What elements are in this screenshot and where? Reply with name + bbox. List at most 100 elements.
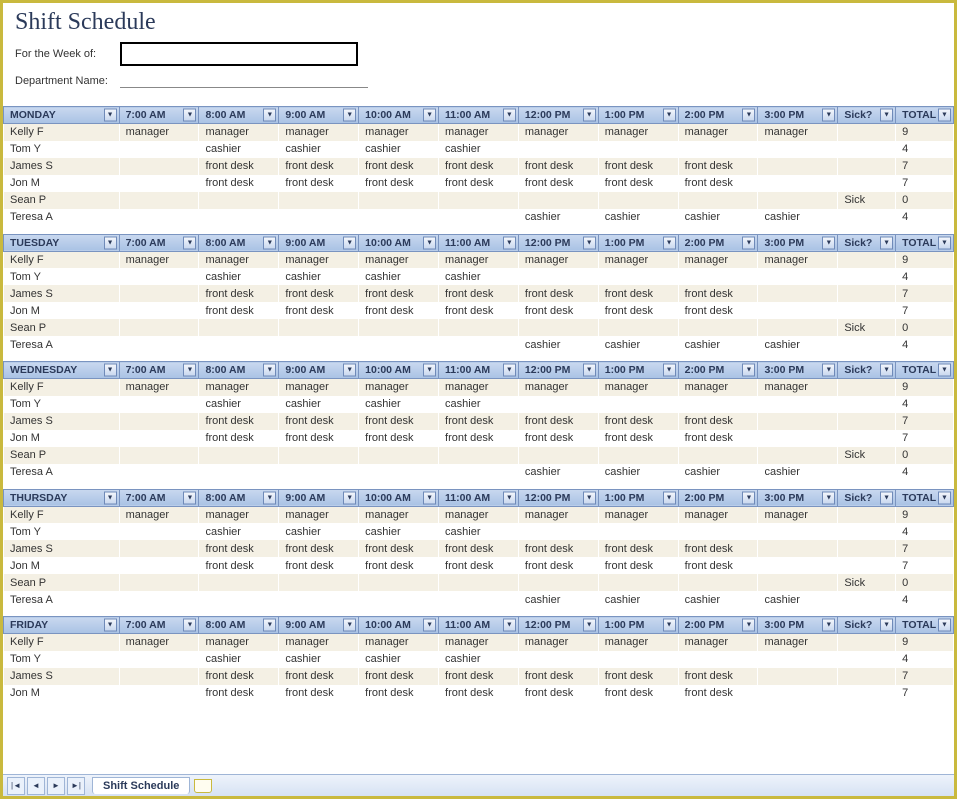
total-cell[interactable]: 0 <box>896 192 954 209</box>
filter-dropdown-icon[interactable]: ▼ <box>822 619 835 632</box>
total-cell[interactable]: 4 <box>896 141 954 158</box>
filter-dropdown-icon[interactable]: ▼ <box>263 491 276 504</box>
total-cell[interactable]: 7 <box>896 413 954 430</box>
hour-header[interactable]: 3:00 PM▼ <box>758 617 838 634</box>
shift-cell[interactable]: front desk <box>279 685 359 702</box>
hour-header[interactable]: 7:00 AM▼ <box>119 107 199 124</box>
shift-cell[interactable] <box>279 591 359 608</box>
shift-cell[interactable] <box>518 268 598 285</box>
hour-header[interactable]: 12:00 PM▼ <box>518 362 598 379</box>
hour-header[interactable]: 2:00 PM▼ <box>678 234 758 251</box>
shift-cell[interactable]: manager <box>678 506 758 523</box>
total-cell[interactable]: 9 <box>896 634 954 651</box>
nav-prev-button[interactable]: ◄ <box>27 777 45 795</box>
shift-cell[interactable] <box>199 192 279 209</box>
total-header[interactable]: TOTAL▼ <box>896 617 954 634</box>
shift-cell[interactable]: cashier <box>518 591 598 608</box>
sick-cell[interactable] <box>838 158 896 175</box>
filter-dropdown-icon[interactable]: ▼ <box>822 109 835 122</box>
filter-dropdown-icon[interactable]: ▼ <box>742 619 755 632</box>
shift-cell[interactable]: front desk <box>359 668 439 685</box>
shift-cell[interactable] <box>199 574 279 591</box>
sick-cell[interactable] <box>838 336 896 353</box>
sick-cell[interactable] <box>838 591 896 608</box>
filter-dropdown-icon[interactable]: ▼ <box>503 109 516 122</box>
shift-cell[interactable]: front desk <box>598 413 678 430</box>
employee-name-cell[interactable]: Jon M <box>4 302 120 319</box>
shift-cell[interactable]: cashier <box>598 464 678 481</box>
shift-cell[interactable] <box>119 464 199 481</box>
shift-cell[interactable]: front desk <box>359 285 439 302</box>
shift-cell[interactable]: front desk <box>518 413 598 430</box>
shift-cell[interactable]: manager <box>678 634 758 651</box>
sick-cell[interactable] <box>838 506 896 523</box>
shift-cell[interactable] <box>279 192 359 209</box>
employee-name-cell[interactable]: Kelly F <box>4 506 120 523</box>
shift-cell[interactable]: front desk <box>439 158 519 175</box>
shift-cell[interactable]: front desk <box>439 668 519 685</box>
shift-cell[interactable] <box>199 319 279 336</box>
filter-dropdown-icon[interactable]: ▼ <box>822 491 835 504</box>
filter-dropdown-icon[interactable]: ▼ <box>503 619 516 632</box>
shift-cell[interactable]: front desk <box>678 175 758 192</box>
shift-cell[interactable]: front desk <box>678 540 758 557</box>
shift-cell[interactable] <box>119 396 199 413</box>
shift-cell[interactable]: front desk <box>518 285 598 302</box>
total-cell[interactable]: 4 <box>896 209 954 226</box>
shift-cell[interactable] <box>439 319 519 336</box>
shift-cell[interactable]: manager <box>119 379 199 396</box>
shift-cell[interactable]: front desk <box>598 158 678 175</box>
sick-cell[interactable]: Sick <box>838 192 896 209</box>
total-cell[interactable]: 9 <box>896 506 954 523</box>
nav-first-button[interactable]: |◄ <box>7 777 25 795</box>
total-cell[interactable]: 7 <box>896 158 954 175</box>
hour-header[interactable]: 11:00 AM▼ <box>439 362 519 379</box>
hour-header[interactable]: 12:00 PM▼ <box>518 107 598 124</box>
shift-cell[interactable]: front desk <box>439 302 519 319</box>
employee-name-cell[interactable]: Teresa A <box>4 464 120 481</box>
shift-cell[interactable] <box>439 209 519 226</box>
shift-cell[interactable] <box>279 574 359 591</box>
filter-dropdown-icon[interactable]: ▼ <box>343 619 356 632</box>
total-cell[interactable]: 7 <box>896 540 954 557</box>
filter-dropdown-icon[interactable]: ▼ <box>583 491 596 504</box>
sick-cell[interactable]: Sick <box>838 447 896 464</box>
hour-header[interactable]: 3:00 PM▼ <box>758 234 838 251</box>
shift-cell[interactable]: front desk <box>279 668 359 685</box>
sick-cell[interactable] <box>838 685 896 702</box>
filter-dropdown-icon[interactable]: ▼ <box>104 619 117 632</box>
shift-cell[interactable]: front desk <box>598 175 678 192</box>
filter-dropdown-icon[interactable]: ▼ <box>183 364 196 377</box>
shift-cell[interactable]: front desk <box>279 540 359 557</box>
hour-header[interactable]: 9:00 AM▼ <box>279 489 359 506</box>
total-header[interactable]: TOTAL▼ <box>896 362 954 379</box>
shift-cell[interactable]: front desk <box>279 430 359 447</box>
total-cell[interactable]: 4 <box>896 268 954 285</box>
shift-cell[interactable] <box>119 141 199 158</box>
hour-header[interactable]: 1:00 PM▼ <box>598 107 678 124</box>
shift-cell[interactable] <box>199 591 279 608</box>
shift-cell[interactable]: front desk <box>439 557 519 574</box>
sick-cell[interactable] <box>838 396 896 413</box>
shift-cell[interactable]: manager <box>518 379 598 396</box>
shift-cell[interactable] <box>119 430 199 447</box>
shift-cell[interactable] <box>758 574 838 591</box>
shift-cell[interactable]: cashier <box>758 464 838 481</box>
employee-name-cell[interactable]: Jon M <box>4 685 120 702</box>
hour-header[interactable]: 7:00 AM▼ <box>119 362 199 379</box>
shift-cell[interactable] <box>119 319 199 336</box>
shift-cell[interactable]: front desk <box>279 302 359 319</box>
sick-header[interactable]: Sick?▼ <box>838 489 896 506</box>
shift-cell[interactable] <box>279 336 359 353</box>
shift-cell[interactable]: front desk <box>678 302 758 319</box>
total-cell[interactable]: 4 <box>896 464 954 481</box>
shift-cell[interactable]: cashier <box>678 591 758 608</box>
employee-name-cell[interactable]: James S <box>4 668 120 685</box>
hour-header[interactable]: 10:00 AM▼ <box>359 617 439 634</box>
sick-cell[interactable] <box>838 557 896 574</box>
sick-header[interactable]: Sick?▼ <box>838 234 896 251</box>
shift-cell[interactable] <box>199 336 279 353</box>
shift-cell[interactable]: manager <box>119 124 199 141</box>
sick-cell[interactable] <box>838 379 896 396</box>
hour-header[interactable]: 11:00 AM▼ <box>439 489 519 506</box>
